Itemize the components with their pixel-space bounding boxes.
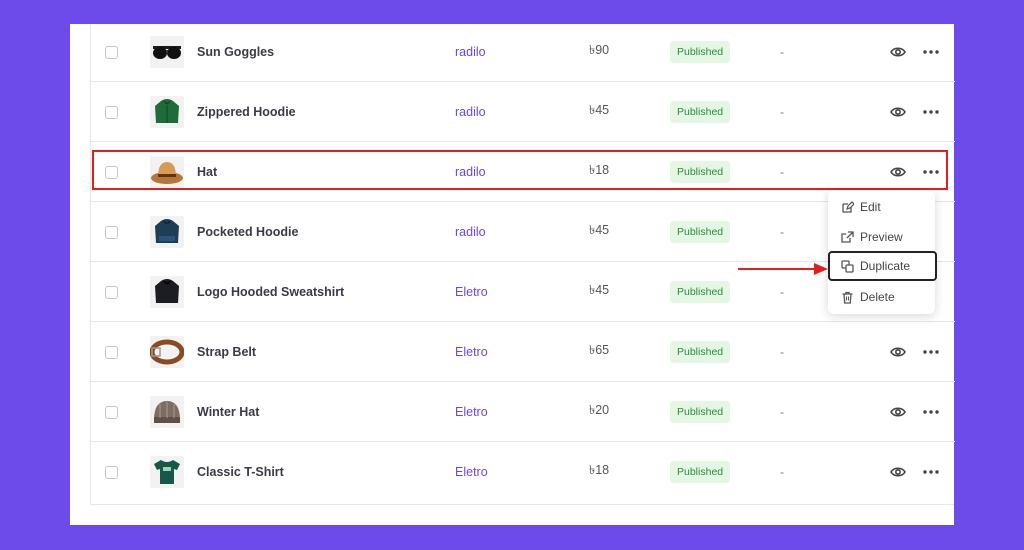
product-price: ৳20 [589, 403, 610, 417]
menu-item-duplicate[interactable]: Duplicate [828, 251, 937, 281]
preview-eye-icon[interactable] [890, 82, 906, 142]
product-name[interactable]: Winter Hat [197, 382, 259, 442]
row-checkbox[interactable] [105, 165, 118, 179]
table-row[interactable]: Strap Belt Eletro ৳65 Published - [91, 322, 955, 382]
status-badge: Published [670, 41, 731, 63]
row-checkbox[interactable] [105, 405, 118, 419]
belt-icon [150, 322, 184, 382]
product-price: ৳65 [589, 343, 610, 357]
status-badge: Published [670, 221, 731, 243]
product-extra: - [780, 465, 784, 479]
product-extra: - [780, 105, 784, 119]
row-checkbox[interactable] [105, 345, 118, 359]
product-price: ৳90 [589, 43, 610, 57]
product-author-link[interactable]: Eletro [455, 262, 488, 322]
hoodie-icon [150, 202, 184, 262]
product-price: ৳45 [589, 283, 610, 297]
product-name[interactable]: Zippered Hoodie [197, 82, 296, 142]
product-price: ৳45 [589, 223, 610, 237]
table-row[interactable]: Zippered Hoodie radilo ৳45 Published - [91, 82, 955, 142]
product-name[interactable]: Logo Hooded Sweatshirt [197, 262, 344, 322]
external-link-icon [841, 230, 854, 243]
product-name[interactable]: Classic T-Shirt [197, 442, 284, 502]
menu-item-label: Preview [860, 230, 903, 244]
hat-icon [150, 142, 184, 202]
product-price: ৳45 [589, 103, 610, 117]
product-author-link[interactable]: radilo [455, 22, 486, 82]
menu-item-preview[interactable]: Preview [828, 222, 935, 252]
product-price: ৳18 [589, 163, 610, 177]
table-row[interactable]: Sun Goggles radilo ৳90 Published - [91, 22, 955, 82]
menu-item-label: Duplicate [860, 259, 911, 273]
product-name[interactable]: Strap Belt [197, 322, 256, 382]
trash-icon [842, 291, 853, 304]
table-row[interactable]: Winter Hat Eletro ৳20 Published - [91, 382, 955, 442]
status-badge: Published [670, 161, 731, 183]
status-badge: Published [670, 101, 731, 123]
product-extra: - [780, 45, 784, 59]
hoodie-icon [150, 82, 184, 142]
status-badge: Published [670, 401, 731, 423]
product-name[interactable]: Pocketed Hoodie [197, 202, 298, 262]
tshirt-icon [150, 442, 184, 502]
menu-item-label: Delete [860, 290, 895, 304]
menu-item-edit[interactable]: Edit [828, 192, 935, 222]
hoodie-icon [150, 262, 184, 322]
product-author-link[interactable]: Eletro [455, 322, 488, 382]
product-name[interactable]: Hat [197, 142, 217, 202]
pointer-arrow-icon [738, 263, 828, 275]
product-author-link[interactable]: radilo [455, 142, 486, 202]
beanie-icon [150, 382, 184, 442]
product-extra: - [780, 345, 784, 359]
more-options-icon[interactable] [923, 382, 939, 442]
row-checkbox[interactable] [105, 465, 118, 479]
preview-eye-icon[interactable] [890, 322, 906, 382]
sunglasses-icon [150, 22, 184, 82]
copy-icon [841, 259, 854, 273]
preview-eye-icon[interactable] [890, 22, 906, 82]
menu-item-delete[interactable]: Delete [828, 282, 935, 312]
product-extra: - [780, 405, 784, 419]
product-author-link[interactable]: Eletro [455, 382, 488, 442]
row-actions-menu: Edit Preview Duplicate Delete [828, 190, 937, 314]
table-row-selected[interactable]: Hat radilo ৳18 Published - [91, 142, 955, 202]
menu-item-label: Edit [860, 200, 881, 214]
preview-eye-icon[interactable] [890, 442, 906, 502]
more-options-icon[interactable] [923, 322, 939, 382]
more-options-icon[interactable] [923, 82, 939, 142]
row-checkbox[interactable] [105, 285, 118, 299]
product-extra: - [780, 165, 784, 179]
product-name[interactable]: Sun Goggles [197, 22, 274, 82]
more-options-icon[interactable] [923, 22, 939, 82]
row-checkbox[interactable] [105, 225, 118, 239]
more-options-icon[interactable] [923, 442, 939, 502]
status-badge: Published [670, 341, 731, 363]
product-author-link[interactable]: Eletro [455, 442, 488, 502]
row-checkbox[interactable] [105, 105, 118, 119]
status-badge: Published [670, 281, 731, 303]
product-price: ৳18 [589, 463, 610, 477]
status-badge: Published [670, 461, 731, 483]
product-author-link[interactable]: radilo [455, 202, 486, 262]
table-row[interactable]: Classic T-Shirt Eletro ৳18 Published - [91, 442, 955, 502]
preview-eye-icon[interactable] [890, 382, 906, 442]
product-author-link[interactable]: radilo [455, 82, 486, 142]
product-extra: - [780, 225, 784, 239]
edit-icon [842, 200, 854, 213]
row-checkbox[interactable] [105, 45, 118, 59]
table-row[interactable]: Pocketed Hoodie radilo ৳45 Published - [91, 202, 955, 262]
